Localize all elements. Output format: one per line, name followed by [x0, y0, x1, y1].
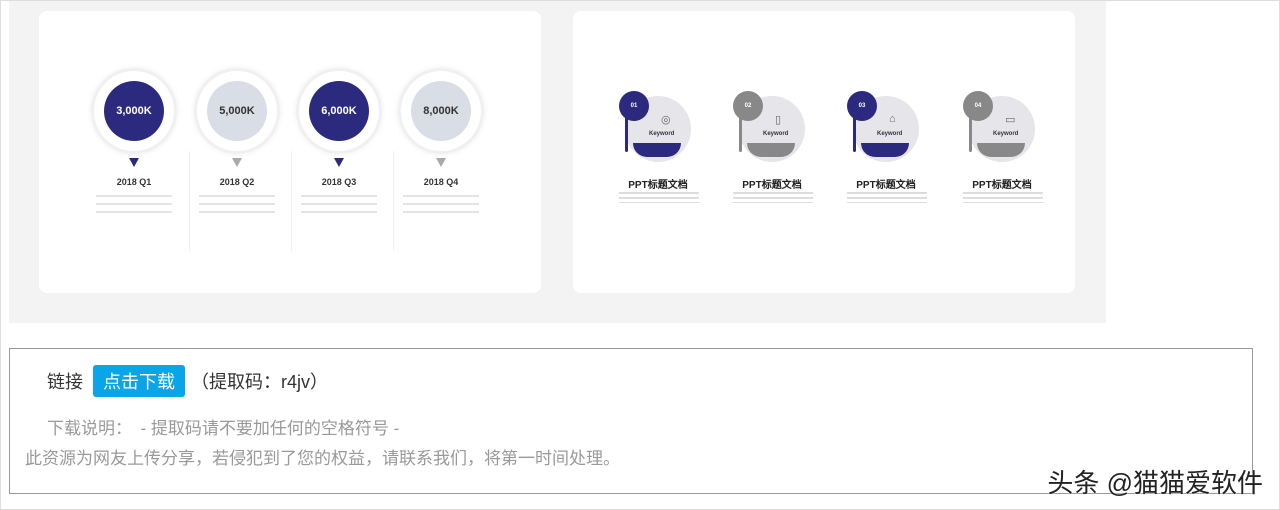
triangle-icon	[129, 158, 139, 167]
value-circle: 5,000K	[207, 81, 267, 141]
triangle-icon	[232, 158, 242, 167]
item-title: PPT标题文档	[628, 180, 688, 191]
watermark: 头条 @猫猫爱软件	[1047, 468, 1263, 498]
graduation-cap-icon: ⌂	[889, 113, 896, 125]
step-label: 2018 Q1	[116, 177, 152, 187]
keyword-slide[interactable]: 01 ◎ Keyword PPT标题文档 02 ▯ Keyword PPT标题文…	[573, 11, 1075, 293]
value-circle: 6,000K	[309, 81, 369, 141]
triangle-icon	[436, 158, 446, 167]
document-icon: ▯	[775, 114, 782, 126]
camera-icon: ◎	[661, 114, 671, 126]
keyword-label: Keyword	[877, 131, 903, 137]
triangle-icon	[334, 158, 344, 167]
value-circle: 8,000K	[411, 81, 471, 141]
item-title: PPT标题文档	[972, 180, 1032, 191]
download-button[interactable]: 点击下载	[93, 365, 185, 397]
step-label: 2018 Q2	[219, 177, 255, 187]
template-preview: 3,000K 2018 Q1 5,000K 2018 Q2 6,000K 201…	[9, 1, 1106, 323]
keyword-label: Keyword	[763, 131, 789, 137]
link-label: 链接	[47, 372, 83, 392]
step-label: 2018 Q3	[321, 177, 357, 187]
laptop-icon: ▭	[1005, 114, 1016, 126]
item-number: 02	[733, 91, 763, 121]
keyword-label: Keyword	[649, 131, 675, 137]
step-label: 2018 Q4	[423, 177, 459, 187]
item-number: 04	[963, 91, 993, 121]
keyword-label: Keyword	[993, 131, 1019, 137]
value-circle: 3,000K	[104, 81, 164, 141]
extraction-code: （提取码：r4jv）	[191, 372, 329, 392]
disclaimer: 此资源为网友上传分享，若侵犯到了您的权益，请联系我们，将第一时间处理。	[25, 449, 620, 468]
item-title: PPT标题文档	[856, 180, 916, 191]
timeline-slide[interactable]: 3,000K 2018 Q1 5,000K 2018 Q2 6,000K 201…	[39, 11, 541, 293]
item-number: 01	[619, 91, 649, 121]
item-title: PPT标题文档	[742, 180, 802, 191]
item-number: 03	[847, 91, 877, 121]
download-note: 下载说明： - 提取码请不要加任何的空格符号 -	[47, 419, 400, 438]
